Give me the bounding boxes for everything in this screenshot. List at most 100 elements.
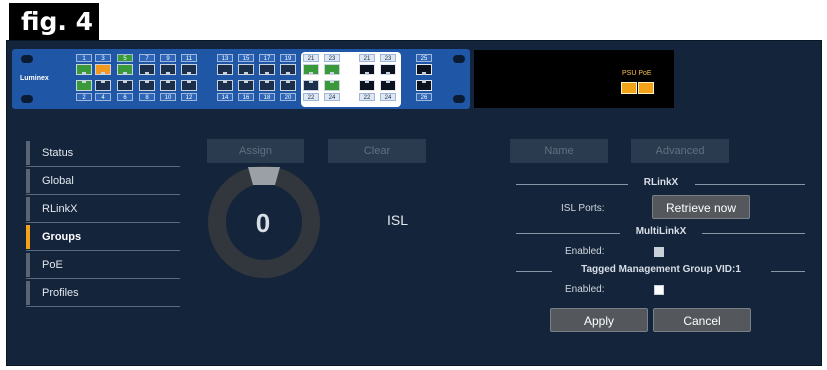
section-title: RLinkX [643,177,679,188]
port-bottom[interactable] [380,80,396,91]
port-top[interactable] [139,64,155,75]
retrieve-now-button[interactable]: Retrieve now [652,195,750,219]
port-number-label: 21 [359,54,375,62]
port-bottom[interactable] [117,80,133,91]
port-number-label: 3 [95,54,111,62]
port-bottom[interactable] [76,80,92,91]
port-bottom[interactable] [238,80,254,91]
port-number-label: 26 [416,93,432,101]
port-top[interactable] [324,64,340,75]
port-bottom[interactable] [181,80,197,91]
multilinkx-enabled-checkbox[interactable] [654,247,664,257]
sidebar-item-label: RLinkX [42,203,78,215]
port-bottom[interactable] [259,80,275,91]
port-top[interactable] [303,64,319,75]
sidebar-item-global[interactable]: Global [26,167,180,195]
section-title: Tagged Management Group VID:1 [581,264,741,275]
group-count: 0 [255,208,271,238]
port-bottom[interactable] [280,80,296,91]
port-number-label: 10 [160,93,176,101]
port-top[interactable] [359,64,375,75]
port-number-label: 11 [181,54,197,62]
port-number-label: 9 [160,54,176,62]
port-number-label: 16 [238,93,254,101]
port-bottom[interactable] [139,80,155,91]
port-number-label: 19 [280,54,296,62]
apply-button[interactable]: Apply [550,308,648,332]
psu-panel: PSU PoE [474,50,674,108]
sidebar: Status Global RLinkX Groups PoE Profiles [26,139,180,307]
psu-label: PSU PoE [622,70,652,77]
advanced-button[interactable]: Advanced [631,139,729,163]
device-brand: Luminex [20,75,49,82]
port-number-label: 23 [324,54,340,62]
port-bottom[interactable] [217,80,233,91]
port-number-label: 13 [217,54,233,62]
port-number-label: 21 [303,54,319,62]
port-top[interactable] [117,64,133,75]
port-top[interactable] [160,64,176,75]
port-number-label: 7 [139,54,155,62]
cancel-button[interactable]: Cancel [653,308,751,332]
port-top[interactable] [181,64,197,75]
port-bottom[interactable] [160,80,176,91]
sidebar-item-profiles[interactable]: Profiles [26,279,180,307]
sidebar-item-status[interactable]: Status [26,139,180,167]
port-bottom[interactable] [324,80,340,91]
port-number-label: 18 [259,93,275,101]
port-number-label: 4 [95,93,111,101]
port-top[interactable] [259,64,275,75]
figure-label: fig. 4 [9,3,99,41]
rlinkx-section-header: RLinkX [516,177,806,191]
tagged-enabled-label: Enabled: [565,284,605,295]
name-button[interactable]: Name [510,139,608,163]
port-top[interactable] [238,64,254,75]
port-number-label: 20 [280,93,296,101]
sidebar-item-label: PoE [42,259,63,271]
port-bottom[interactable] [95,80,111,91]
port-number-label: 17 [259,54,275,62]
port-number-label: 24 [380,93,396,101]
port-number-label: 2 [76,93,92,101]
port-number-label: 25 [416,54,432,62]
clear-button[interactable]: Clear [328,139,426,163]
tagged-enabled-checkbox[interactable] [654,285,664,295]
port-top[interactable] [95,64,111,75]
port-bottom[interactable] [416,80,432,91]
sidebar-item-label: Profiles [42,287,79,299]
port-number-label: 12 [181,93,197,101]
port-top[interactable] [76,64,92,75]
sidebar-item-label: Global [42,175,74,187]
port-bottom[interactable] [303,80,319,91]
sidebar-item-label: Groups [42,231,82,243]
group-type-label: ISL [387,212,409,228]
port-top[interactable] [280,64,296,75]
port-top[interactable] [380,64,396,75]
poe-indicator [638,82,654,94]
port-top[interactable] [217,64,233,75]
isl-ports-label: ISL Ports: [561,203,605,214]
port-number-label: 6 [117,93,133,101]
tagged-mgmt-section-header: Tagged Management Group VID:1 [516,264,806,278]
port-top[interactable] [416,64,432,75]
port-number-label: 22 [359,93,375,101]
ring-marker [248,167,280,185]
port-number-label: 24 [324,93,340,101]
assign-button[interactable]: Assign [207,139,304,163]
port-number-label: 23 [380,54,396,62]
sidebar-item-groups[interactable]: Groups [26,223,180,251]
port-number-label: 22 [303,93,319,101]
port-number-label: 14 [217,93,233,101]
port-bottom[interactable] [359,80,375,91]
multilinkx-enabled-label: Enabled: [565,246,605,257]
mount-hole-icon [453,95,465,103]
mount-hole-icon [21,95,33,103]
mount-hole-icon [21,55,33,63]
port-number-label: 15 [238,54,254,62]
port-number-label: 5 [117,54,133,62]
multilinkx-section-header: MultiLinkX [516,226,806,240]
port-number-label: 8 [139,93,155,101]
sidebar-item-poe[interactable]: PoE [26,251,180,279]
mount-hole-icon [453,55,465,63]
sidebar-item-rlinkx[interactable]: RLinkX [26,195,180,223]
